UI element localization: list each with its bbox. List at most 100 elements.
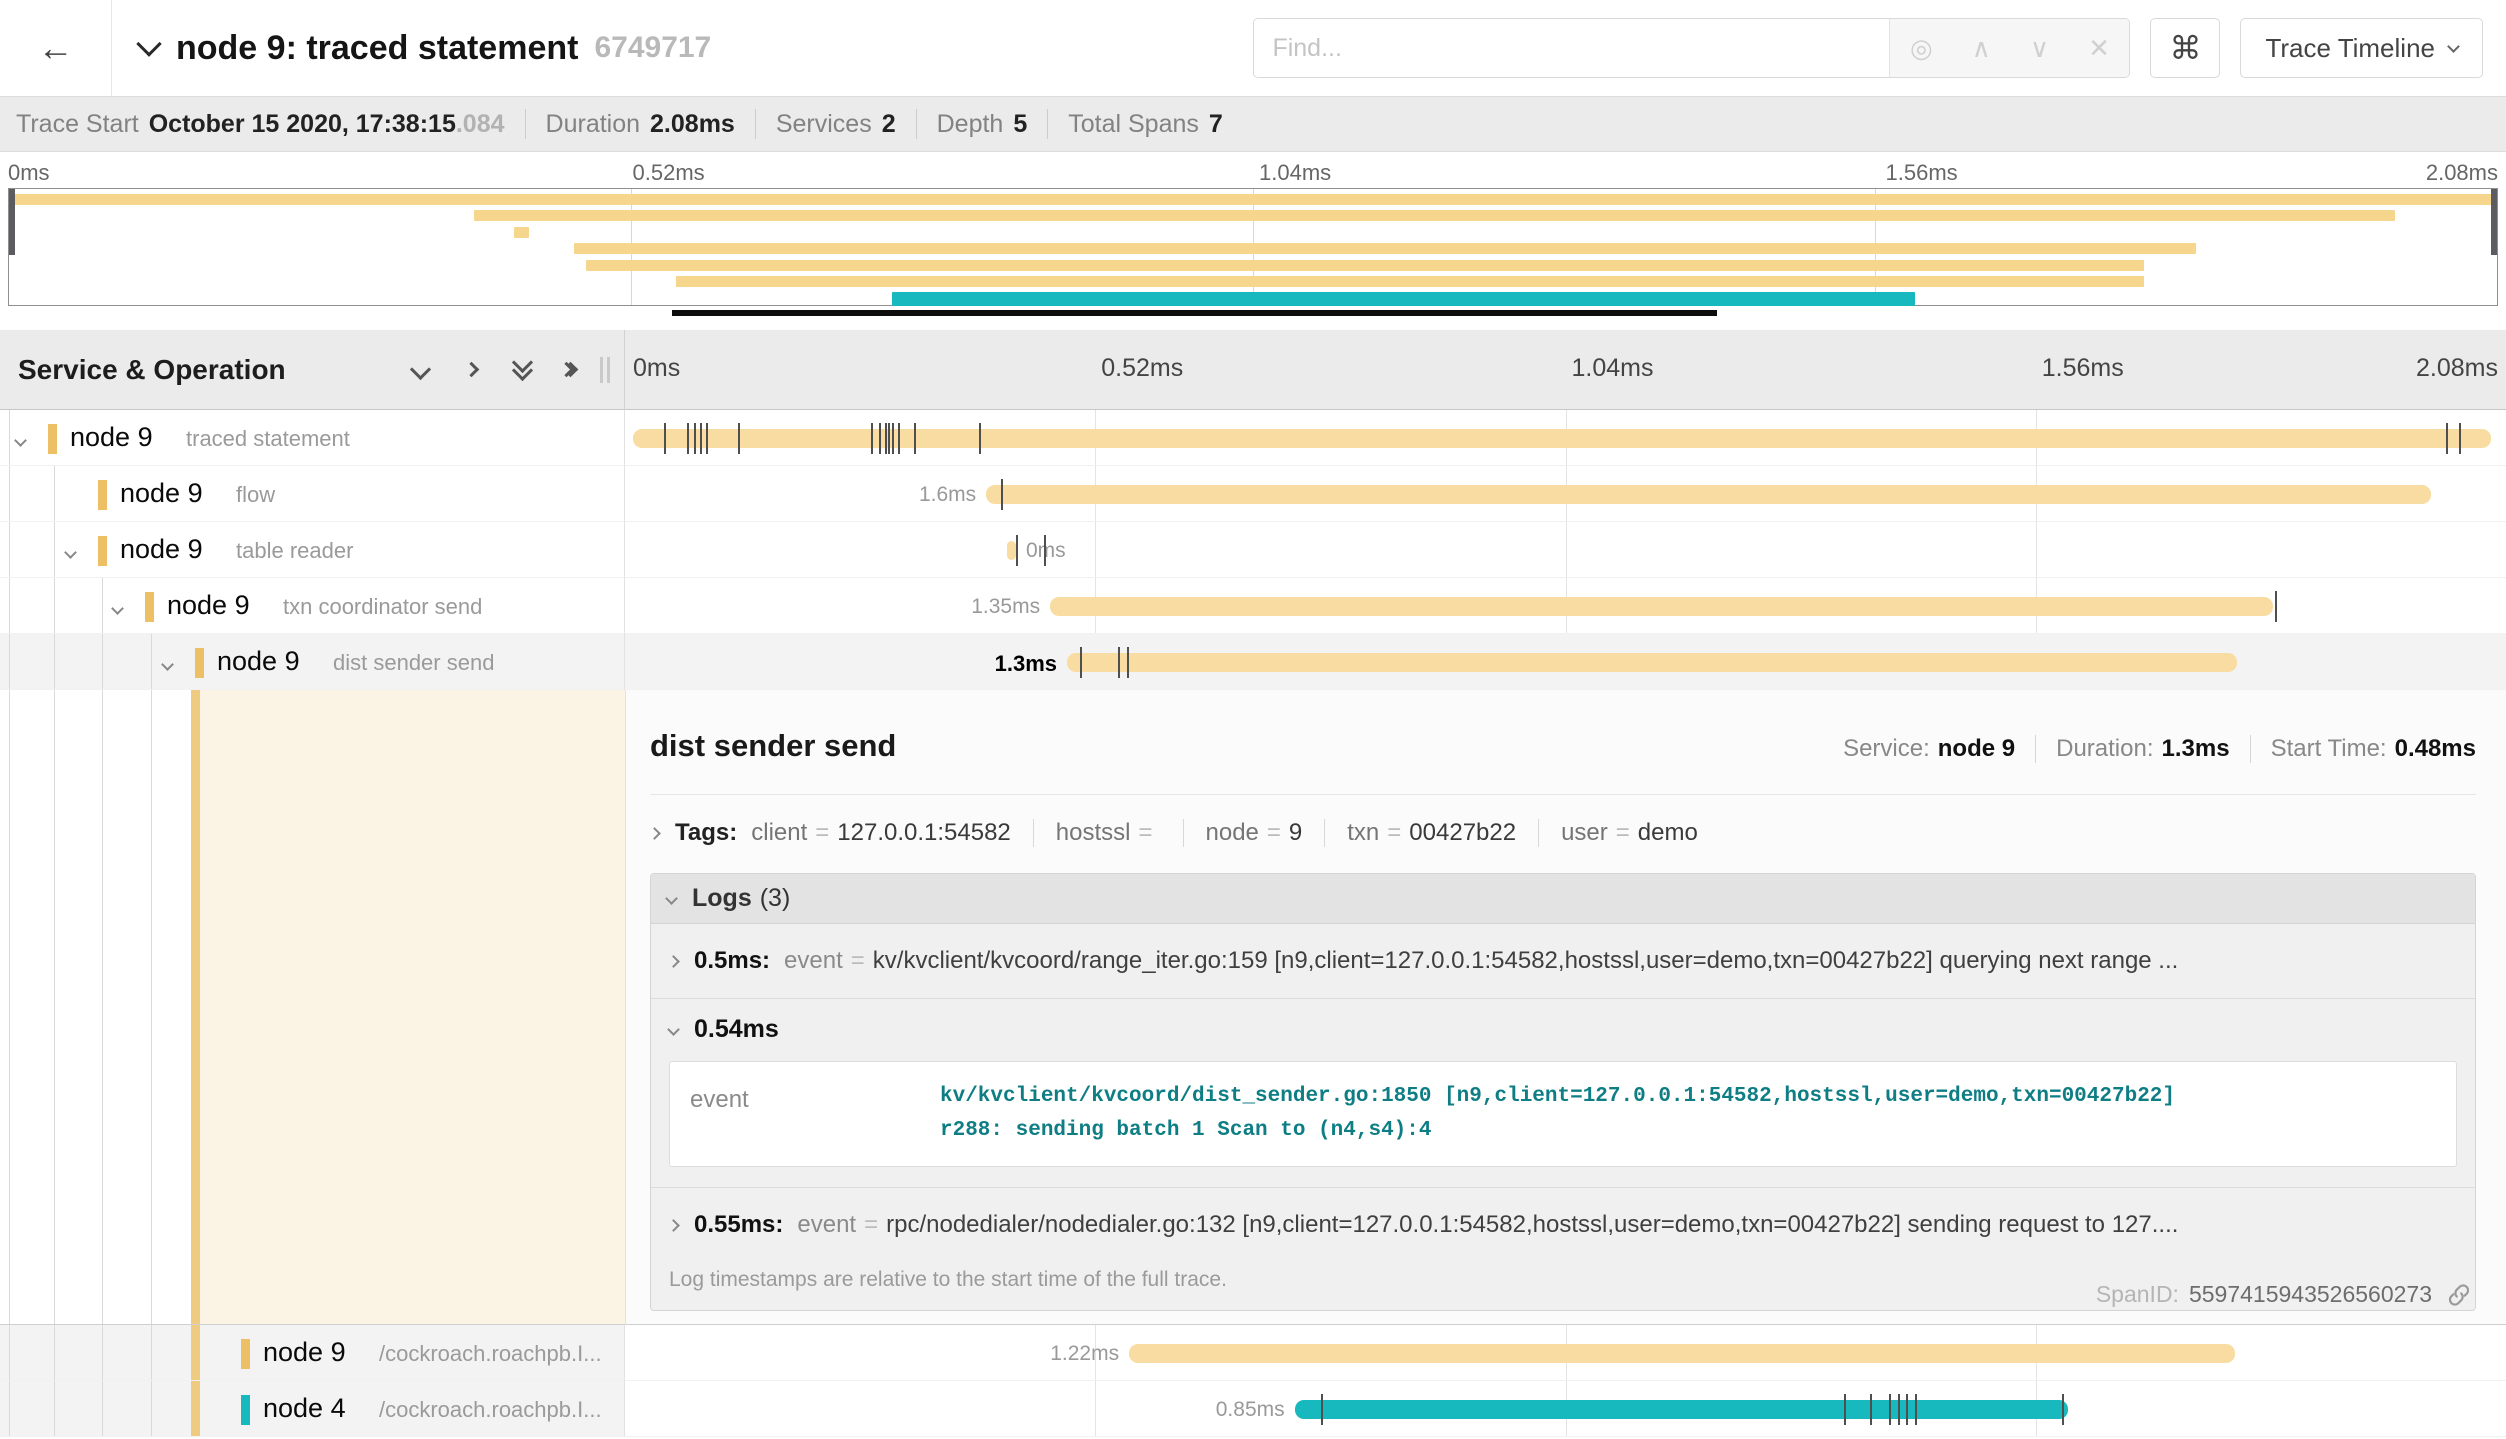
span-timeline-cell[interactable]: 1.6ms (625, 466, 2506, 522)
minimap-viewport-indicator[interactable] (672, 310, 1717, 316)
minimap-canvas[interactable] (8, 188, 2498, 306)
service-color-strip (241, 1395, 250, 1425)
tags-list: client=127.0.0.1:54582hostssl=node=9txn=… (751, 819, 1720, 847)
log-marker-tick (2446, 423, 2448, 454)
log-marker-tick (694, 423, 696, 454)
next-result-icon[interactable]: ∨ (2030, 33, 2049, 64)
start-time-value: 0.48ms (2395, 735, 2476, 763)
span-name-cell[interactable]: node 4/cockroach.roachpb.I... (0, 1381, 625, 1437)
span-bar[interactable] (1007, 541, 1016, 560)
tree-indent-guide (54, 690, 55, 1324)
span-detail-strip: dist sender send Service: node 9 Duratio… (0, 690, 2506, 1325)
expand-collapse-icon[interactable] (163, 656, 172, 674)
span-duration-label: 1.35ms (971, 595, 1040, 619)
span-timeline-cell[interactable]: 1.35ms (625, 578, 2506, 634)
span-row[interactable]: node 9traced statement (0, 410, 2506, 466)
minimap-right-scrubber[interactable] (2491, 189, 2497, 255)
log-entry-row-expanded[interactable]: 0.54ms (669, 999, 2457, 1059)
find-input[interactable] (1254, 19, 1889, 77)
back-arrow-icon: ← (38, 27, 74, 69)
span-row[interactable]: node 4/cockroach.roachpb.I...0.85ms (0, 1381, 2506, 1437)
summary-item-value: 7 (1209, 110, 1223, 139)
log-entry-row[interactable]: 0.5ms:event=kv/kvclient/kvcoord/range_it… (669, 924, 2457, 998)
tag-key: txn (1347, 819, 1379, 847)
expand-collapse-icon[interactable] (66, 544, 75, 562)
view-selector-label: Trace Timeline (2265, 33, 2435, 64)
operation-name: txn coordinator send (283, 594, 482, 620)
span-bar[interactable] (1129, 1344, 2235, 1363)
span-row[interactable]: node 9flow1.6ms (0, 466, 2506, 522)
span-timeline-cell[interactable]: 0ms (625, 522, 2506, 578)
span-row[interactable]: node 9dist sender send1.3ms (0, 634, 2506, 690)
tree-indent-guide (9, 466, 10, 521)
span-row[interactable]: node 9table reader0ms (0, 522, 2506, 578)
back-button[interactable]: ← (0, 0, 112, 96)
expand-collapse-icon[interactable] (113, 600, 122, 618)
minimap-span-bar (892, 292, 1915, 306)
span-timeline-cell[interactable]: 1.3ms (625, 634, 2506, 690)
tree-indent-guide (9, 578, 10, 633)
minimap-tick-label: 0.52ms (633, 160, 705, 186)
locate-icon[interactable]: ◎ (1910, 33, 1933, 64)
logs-header[interactable]: Logs (3) (651, 874, 2475, 924)
log-entry-row[interactable]: 0.55ms:event=rpc/nodedialer/nodedialer.g… (669, 1188, 2457, 1262)
summary-item-suffix: .084 (456, 110, 505, 138)
trace-summary-bar: Trace StartOctober 15 2020, 17:38:15.084… (0, 96, 2506, 152)
log-marker-tick (1016, 535, 1018, 566)
span-name-cell[interactable]: node 9table reader (0, 522, 625, 578)
span-bar[interactable] (986, 485, 2431, 504)
collapse-trace-header-icon[interactable] (136, 31, 161, 56)
copy-link-icon[interactable] (2446, 1282, 2472, 1308)
summary-item-value: October 15 2020, 17:38:15.084 (149, 110, 505, 139)
expand-one-icon[interactable] (466, 364, 477, 375)
selected-subtree-guide (191, 690, 200, 1324)
log-marker-tick (979, 423, 981, 454)
span-rows-bottom: node 9/cockroach.roachpb.I...1.22msnode … (0, 1325, 2506, 1437)
span-row[interactable]: node 9/cockroach.roachpb.I... 1.22ms (0, 1325, 2506, 1381)
span-duration-label: 1.22ms (1050, 1342, 1119, 1366)
collapse-all-icon[interactable] (515, 362, 530, 378)
span-timeline-cell[interactable]: 0.85ms (625, 1381, 2506, 1437)
clear-search-icon[interactable]: ✕ (2088, 33, 2110, 64)
span-timeline-cell[interactable] (625, 410, 2506, 466)
separator (1047, 109, 1048, 139)
selected-subtree-guide (191, 1325, 200, 1380)
tag-equals: = (1138, 819, 1152, 847)
span-name-cell[interactable]: node 9traced statement (0, 410, 625, 466)
collapse-one-icon[interactable] (413, 362, 428, 377)
tags-row[interactable]: Tags: client=127.0.0.1:54582hostssl=node… (650, 819, 2476, 847)
span-bar[interactable] (1295, 1400, 2068, 1419)
span-bar[interactable] (633, 429, 2491, 448)
span-timeline-cell[interactable]: 1.22ms (625, 1325, 2506, 1381)
expand-collapse-icon[interactable] (16, 432, 25, 450)
tag-value: 127.0.0.1:54582 (837, 819, 1011, 847)
span-rows-top: node 9traced statementnode 9flow1.6msnod… (0, 410, 2506, 690)
span-bar[interactable] (1067, 653, 2237, 672)
column-resize-handle[interactable] (600, 357, 610, 383)
span-name-cell[interactable]: node 9/cockroach.roachpb.I... (0, 1325, 625, 1381)
separator (916, 109, 917, 139)
view-selector-button[interactable]: Trace Timeline (2240, 18, 2483, 78)
prev-result-icon[interactable]: ∧ (1972, 33, 1991, 64)
logs-list: 0.5ms:event=kv/kvclient/kvcoord/range_it… (651, 924, 2475, 1262)
keyboard-shortcuts-button[interactable]: ⌘ (2150, 18, 2220, 78)
timeline-main: Service & Operation 0ms0.52ms1.04ms1.56m… (0, 330, 2506, 1437)
duration-value: 1.3ms (2162, 735, 2230, 763)
span-name-cell[interactable]: node 9txn coordinator send (0, 578, 625, 634)
tag-equals: = (1387, 819, 1401, 847)
separator (755, 109, 756, 139)
log-marker-tick (892, 423, 894, 454)
span-row[interactable]: node 9txn coordinator send 1.35ms (0, 578, 2506, 634)
expand-all-icon[interactable] (568, 364, 576, 375)
minimap-ruler: 0ms0.52ms1.04ms1.56ms2.08ms (0, 152, 2506, 188)
span-bar[interactable] (1050, 597, 2273, 616)
span-name-cell[interactable]: node 9dist sender send (0, 634, 625, 690)
log-marker-tick (1080, 647, 1082, 678)
span-name-cell[interactable]: node 9flow (0, 466, 625, 522)
log-marker-tick (687, 423, 689, 454)
trace-title: node 9: traced statement (176, 29, 578, 68)
operation-name: /cockroach.roachpb.I... (379, 1341, 602, 1367)
minimap-left-scrubber[interactable] (9, 189, 15, 255)
tree-indent-guide (54, 466, 55, 521)
tag-equals: = (815, 819, 829, 847)
